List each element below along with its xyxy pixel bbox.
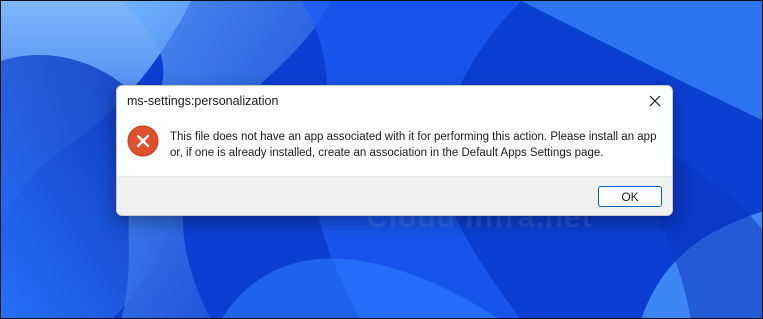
error-dialog: ms-settings:personalization This file do…	[116, 85, 673, 216]
dialog-titlebar: ms-settings:personalization	[117, 86, 672, 116]
close-icon	[649, 95, 661, 107]
error-message: This file does not have an app associate…	[170, 131, 657, 159]
dialog-content: This file does not have an app associate…	[117, 116, 672, 176]
close-button[interactable]	[642, 89, 668, 113]
error-x-icon	[127, 125, 159, 157]
dialog-footer: OK	[117, 176, 672, 215]
ok-button[interactable]: OK	[598, 186, 662, 207]
dialog-title: ms-settings:personalization	[127, 94, 279, 108]
desktop-background: Cloud Infra.net ms-settings:personalizat…	[0, 0, 763, 319]
